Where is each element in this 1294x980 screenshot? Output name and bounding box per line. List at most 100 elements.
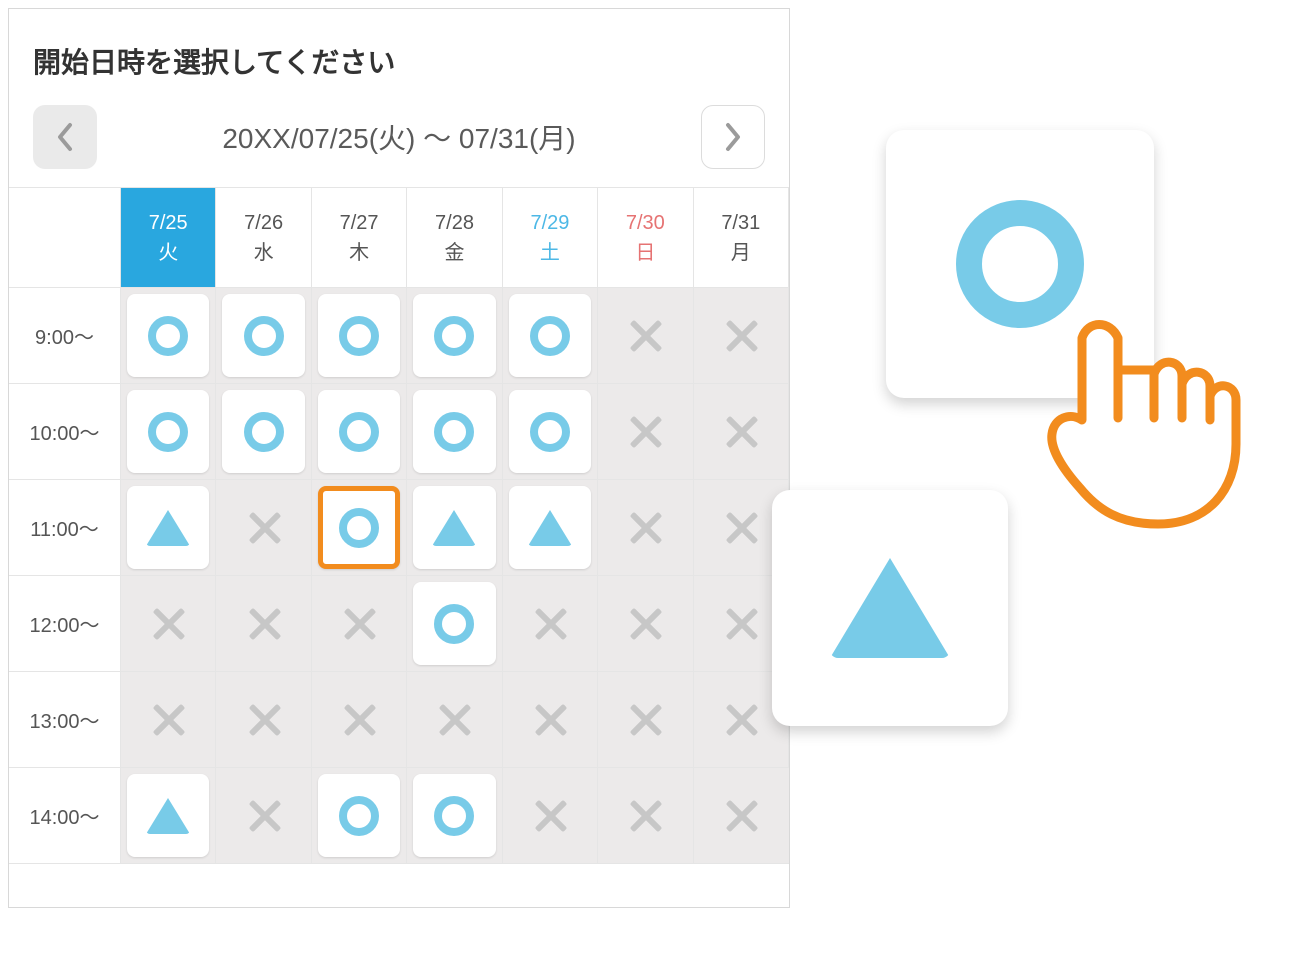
slot-inner[interactable] (318, 390, 400, 473)
x-icon (341, 606, 377, 642)
time-label-0: 9:00～ (9, 288, 121, 384)
slot-unavailable (694, 768, 789, 864)
slot-available[interactable] (503, 288, 598, 384)
slot-available[interactable] (121, 384, 216, 480)
circle-icon (339, 796, 379, 836)
slot-available[interactable] (121, 288, 216, 384)
day-header-1: 7/26水 (216, 188, 311, 288)
slot-inner[interactable] (413, 294, 495, 377)
slot-inner (700, 678, 782, 761)
day-of-week: 火 (158, 238, 178, 268)
slot-few[interactable] (503, 480, 598, 576)
slot-inner[interactable] (222, 294, 304, 377)
date-range-label: 20XX/07/25(火) ～ 07/31(月) (97, 117, 701, 157)
x-icon (723, 510, 759, 546)
slot-inner (604, 294, 686, 377)
slot-inner[interactable] (127, 294, 209, 377)
slot-unavailable (598, 384, 693, 480)
x-icon (532, 702, 568, 738)
few-slot-callout (772, 490, 1008, 726)
slot-inner[interactable] (509, 486, 591, 569)
slot-few[interactable] (121, 768, 216, 864)
x-icon (723, 702, 759, 738)
slot-available[interactable] (312, 384, 407, 480)
circle-icon (339, 316, 379, 356)
slot-inner[interactable] (127, 390, 209, 473)
slot-inner (318, 678, 400, 761)
slot-inner (604, 582, 686, 665)
next-week-button[interactable] (701, 105, 765, 169)
x-icon (627, 798, 663, 834)
slot-available[interactable] (216, 384, 311, 480)
chevron-right-icon (723, 121, 743, 153)
slot-inner (509, 582, 591, 665)
x-icon (627, 318, 663, 354)
slot-inner[interactable] (509, 294, 591, 377)
slot-inner (604, 486, 686, 569)
circle-icon (530, 316, 570, 356)
day-date: 7/26 (244, 208, 283, 238)
day-header-6: 7/31月 (694, 188, 789, 288)
slot-few[interactable] (121, 480, 216, 576)
slot-available[interactable] (216, 288, 311, 384)
x-icon (246, 510, 282, 546)
triangle-icon (146, 798, 190, 834)
slot-inner[interactable] (413, 582, 495, 665)
slot-inner (222, 678, 304, 761)
slot-inner[interactable] (413, 486, 495, 569)
slot-unavailable (216, 576, 311, 672)
x-icon (341, 702, 377, 738)
slot-available[interactable] (312, 288, 407, 384)
x-icon (723, 414, 759, 450)
slot-inner (604, 678, 686, 761)
page-title: 開始日時を選択してください (9, 9, 789, 105)
day-of-week: 金 (444, 238, 464, 268)
circle-icon (434, 412, 474, 452)
circle-icon (434, 796, 474, 836)
slot-inner (413, 678, 495, 761)
x-icon (246, 702, 282, 738)
slot-unavailable (694, 384, 789, 480)
slot-available[interactable] (407, 576, 502, 672)
slot-unavailable (121, 672, 216, 768)
triangle-icon (528, 510, 572, 546)
date-navigation: 20XX/07/25(火) ～ 07/31(月) (9, 105, 789, 187)
slot-inner[interactable] (127, 774, 209, 857)
slot-inner (700, 486, 782, 569)
day-header-4: 7/29土 (503, 188, 598, 288)
prev-week-button[interactable] (33, 105, 97, 169)
slot-available[interactable] (312, 768, 407, 864)
day-of-week: 木 (349, 238, 369, 268)
slot-inner[interactable] (318, 294, 400, 377)
circle-icon (148, 316, 188, 356)
triangle-icon (830, 558, 950, 658)
slot-inner (700, 582, 782, 665)
slot-available[interactable] (312, 480, 407, 576)
day-of-week: 水 (254, 238, 274, 268)
day-date: 7/30 (626, 208, 665, 238)
x-icon (532, 606, 568, 642)
slot-unavailable (312, 672, 407, 768)
x-icon (723, 318, 759, 354)
x-icon (627, 606, 663, 642)
day-of-week: 日 (635, 238, 655, 268)
day-date: 7/25 (149, 208, 188, 238)
slot-inner[interactable] (318, 486, 400, 569)
slot-inner (604, 390, 686, 473)
x-icon (150, 606, 186, 642)
slot-available[interactable] (407, 768, 502, 864)
slot-inner[interactable] (509, 390, 591, 473)
slot-inner[interactable] (318, 774, 400, 857)
slot-inner (604, 774, 686, 857)
x-icon (436, 702, 472, 738)
slot-inner[interactable] (127, 486, 209, 569)
slot-unavailable (598, 288, 693, 384)
slot-available[interactable] (503, 384, 598, 480)
slot-available[interactable] (407, 384, 502, 480)
day-date: 7/31 (721, 208, 760, 238)
slot-inner[interactable] (413, 774, 495, 857)
slot-available[interactable] (407, 288, 502, 384)
slot-inner[interactable] (413, 390, 495, 473)
slot-few[interactable] (407, 480, 502, 576)
slot-inner[interactable] (222, 390, 304, 473)
